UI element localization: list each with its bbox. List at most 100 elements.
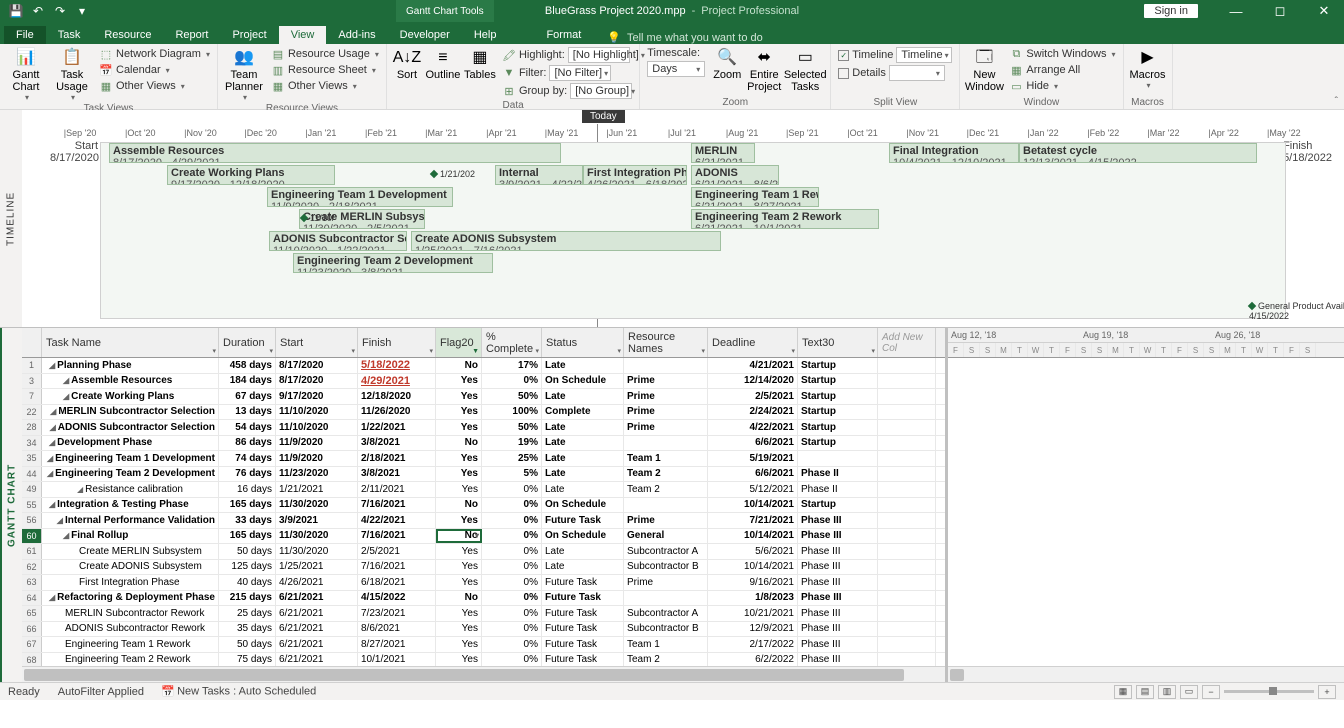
cell-add[interactable]	[878, 575, 936, 590]
cell-task-name[interactable]: Engineering Team 1 Rework	[42, 637, 219, 652]
cell-percent[interactable]: 50%	[482, 389, 542, 404]
col-flag20[interactable]: Flag20▼	[436, 328, 482, 357]
tab-addins[interactable]: Add-ins	[326, 26, 387, 44]
cell-status[interactable]: Late	[542, 389, 624, 404]
col-start[interactable]: Start▾	[276, 328, 358, 357]
row-number[interactable]: 55	[22, 498, 42, 513]
other-res-views-button[interactable]: ▦Other Views▾	[268, 78, 382, 94]
cell-start[interactable]: 11/10/2020	[276, 405, 358, 420]
cell-percent[interactable]: 0%	[482, 622, 542, 637]
timeline-bar[interactable]: MERLIN6/21/2021 -	[691, 143, 755, 163]
grid-hscroll[interactable]	[22, 666, 945, 682]
cell-deadline[interactable]: 2/17/2022	[708, 637, 798, 652]
col-status[interactable]: Status▾	[542, 328, 624, 357]
tab-developer[interactable]: Developer	[388, 26, 462, 44]
cell-percent[interactable]: 17%	[482, 358, 542, 373]
cell-duration[interactable]: 184 days	[219, 374, 276, 389]
cell-duration[interactable]: 165 days	[219, 529, 276, 544]
cell-resource[interactable]: Subcontractor A	[624, 606, 708, 621]
cell-start[interactable]: 4/26/2021	[276, 575, 358, 590]
timeline-bar[interactable]: Internal3/9/2021 - 4/22/2021	[495, 165, 583, 185]
cell-duration[interactable]: 76 days	[219, 467, 276, 482]
cell-deadline[interactable]: 12/9/2021	[708, 622, 798, 637]
row-number[interactable]: 63	[22, 575, 42, 590]
tables-button[interactable]: ▦Tables	[463, 46, 497, 100]
cell-percent[interactable]: 0%	[482, 482, 542, 497]
cell-duration[interactable]: 458 days	[219, 358, 276, 373]
row-number[interactable]: 35	[22, 451, 42, 466]
cell-task-name[interactable]: ◢Development Phase	[42, 436, 219, 451]
row-number[interactable]: 22	[22, 405, 42, 420]
cell-status[interactable]: Late	[542, 420, 624, 435]
sign-in-button[interactable]: Sign in	[1144, 4, 1198, 18]
zoom-button[interactable]: 🔍Zoom	[710, 46, 744, 97]
timescale-combo[interactable]: Days▾	[647, 61, 705, 77]
cell-deadline[interactable]: 6/2/2022	[708, 653, 798, 667]
col-finish[interactable]: Finish▾	[358, 328, 436, 357]
cell-percent[interactable]: 0%	[482, 560, 542, 575]
row-number[interactable]: 64	[22, 591, 42, 606]
grid-body[interactable]: 1◢Planning Phase458 days8/17/20205/18/20…	[22, 358, 945, 666]
table-row[interactable]: 65MERLIN Subcontractor Rework25 days6/21…	[22, 606, 945, 622]
filter-combo[interactable]: [No Filter]▾	[549, 65, 611, 81]
cell-start[interactable]: 11/9/2020	[276, 436, 358, 451]
cell-flag20[interactable]: Yes	[436, 405, 482, 420]
cell-resource[interactable]: Prime	[624, 513, 708, 528]
hide-button[interactable]: ▭Hide▾	[1006, 78, 1118, 94]
cell-status[interactable]: Late	[542, 560, 624, 575]
cell-text30[interactable]	[798, 451, 878, 466]
cell-text30[interactable]: Startup	[798, 405, 878, 420]
cell-finish[interactable]: 4/22/2021	[358, 513, 436, 528]
save-icon[interactable]: 💾	[6, 2, 26, 20]
cell-start[interactable]: 11/23/2020	[276, 467, 358, 482]
cell-flag20[interactable]: Yes	[436, 482, 482, 497]
team-planner-button[interactable]: 👥 Team Planner ▾	[222, 46, 266, 103]
cell-flag20[interactable]: Yes	[436, 637, 482, 652]
timeline-bar[interactable]: Engineering Team 1 Rework6/21/2021 - 8/2…	[691, 187, 819, 207]
selected-tasks-button[interactable]: ▭Selected Tasks	[784, 46, 826, 97]
sort-button[interactable]: A↓ZSort	[391, 46, 423, 100]
cell-start[interactable]: 11/9/2020	[276, 451, 358, 466]
cell-finish[interactable]: 6/18/2021	[358, 575, 436, 590]
cell-finish[interactable]: 7/16/2021	[358, 498, 436, 513]
details-combo[interactable]: ▾	[889, 65, 945, 81]
cell-duration[interactable]: 165 days	[219, 498, 276, 513]
cell-percent[interactable]: 25%	[482, 451, 542, 466]
cell-start[interactable]: 6/21/2021	[276, 591, 358, 606]
zoom-slider[interactable]	[1224, 690, 1314, 693]
row-number[interactable]: 68	[22, 653, 42, 667]
timeline-bar[interactable]: ADONIS Subcontractor Selection11/10/2020…	[269, 231, 407, 251]
table-row[interactable]: 64◢Refactoring & Deployment Phase215 day…	[22, 591, 945, 607]
cell-text30[interactable]: Phase III	[798, 575, 878, 590]
cell-resource[interactable]: Prime	[624, 575, 708, 590]
resource-usage-button[interactable]: ▤Resource Usage▾	[268, 46, 382, 62]
cell-resource[interactable]: Prime	[624, 405, 708, 420]
cell-add[interactable]	[878, 513, 936, 528]
cell-deadline[interactable]: 5/12/2021	[708, 482, 798, 497]
cell-resource[interactable]: Subcontractor A	[624, 544, 708, 559]
zoom-out-icon[interactable]: −	[1202, 685, 1220, 699]
tab-task[interactable]: Task	[46, 26, 93, 44]
cell-add[interactable]	[878, 591, 936, 606]
cell-add[interactable]	[878, 358, 936, 373]
cell-flag20[interactable]: No	[436, 498, 482, 513]
cell-deadline[interactable]: 10/14/2021	[708, 498, 798, 513]
cell-start[interactable]: 6/21/2021	[276, 653, 358, 667]
cell-percent[interactable]: 0%	[482, 591, 542, 606]
timeline-canvas[interactable]: Assemble Resources8/17/2020 - 4/29/2021C…	[100, 142, 1286, 319]
gantt-chart-button[interactable]: 📊 Gantt Chart ▾	[4, 46, 48, 103]
cell-status[interactable]: Late	[542, 482, 624, 497]
cell-task-name[interactable]: ◢Resistance calibration	[42, 482, 219, 497]
cell-percent[interactable]: 100%	[482, 405, 542, 420]
cell-task-name[interactable]: ◢Assemble Resources	[42, 374, 219, 389]
timeline-bar[interactable]: Betatest cycle12/13/2021 - 4/15/2022	[1019, 143, 1257, 163]
cell-add[interactable]	[878, 467, 936, 482]
cell-finish[interactable]: 4/29/2021	[358, 374, 436, 389]
col-text30[interactable]: Text30▾	[798, 328, 878, 357]
cell-percent[interactable]: 5%	[482, 467, 542, 482]
cell-finish[interactable]: 7/16/2021	[358, 560, 436, 575]
row-number[interactable]: 67	[22, 637, 42, 652]
cell-text30[interactable]: Phase III	[798, 560, 878, 575]
cell-text30[interactable]: Phase II	[798, 467, 878, 482]
cell-status[interactable]: Late	[542, 436, 624, 451]
